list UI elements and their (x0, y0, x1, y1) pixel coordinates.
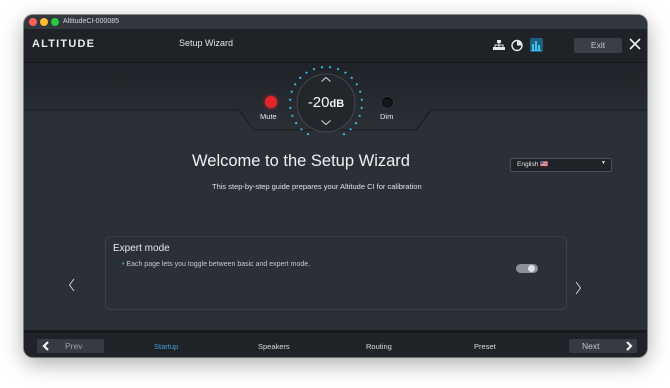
tab-speakers[interactable]: Speakers (258, 342, 290, 351)
next-page-arrow-icon[interactable] (573, 280, 583, 296)
previous-page-arrow-icon[interactable] (67, 277, 77, 293)
volume-tick-dot (349, 128, 352, 131)
volume-tick-dot (295, 121, 298, 125)
altitude-logo: ALTITUDE (32, 38, 96, 50)
prev-button[interactable]: Prev (37, 339, 104, 353)
welcome-heading: Welcome to the Setup Wizard (192, 152, 410, 170)
next-button[interactable]: Next (569, 339, 637, 353)
dim-label: Dim (380, 112, 394, 121)
volume-tick-dot (342, 133, 346, 136)
app-window: AltitudeCI-000085 ALTITUDE Setup Wizard … (24, 15, 647, 357)
expert-mode-description-text: Each page lets you toggle between basic … (126, 261, 311, 268)
chevron-right-icon (626, 341, 633, 351)
welcome-subtitle: This step-by-step guide prepares your Al… (212, 182, 422, 191)
minimize-window-button[interactable] (40, 18, 48, 26)
volume-tick-dot (358, 114, 361, 117)
zoom-window-button[interactable] (51, 18, 59, 26)
app-header: ALTITUDE Setup Wizard Exit (24, 30, 647, 63)
exit-button[interactable]: Exit (574, 38, 622, 53)
timer-icon[interactable] (510, 38, 524, 52)
volume-tick-dot (290, 90, 293, 93)
mute-label: Mute (260, 112, 277, 121)
volume-tick-dot (294, 83, 297, 86)
expert-mode-panel: Expert mode • Each page lets you toggle … (105, 236, 567, 310)
volume-tick-dot (299, 76, 302, 79)
expert-mode-title: Expert mode (113, 243, 170, 254)
language-selected-value: English 🇺🇸 (517, 161, 549, 168)
next-label: Next (582, 341, 600, 351)
language-select[interactable]: English 🇺🇸 ▼ (510, 158, 612, 172)
volume-tick-dot (312, 67, 316, 71)
tab-startup[interactable]: Startup (154, 342, 178, 351)
volume-tick-dot (300, 128, 303, 131)
tab-preset[interactable]: Preset (474, 342, 496, 351)
volume-tick-dot (336, 67, 340, 71)
expert-mode-toggle[interactable] (516, 264, 538, 273)
volume-tick-dot (328, 66, 332, 69)
volume-tick-dot (355, 83, 358, 86)
volume-tick-dot (344, 71, 347, 74)
mute-button[interactable] (265, 96, 277, 108)
chevron-left-icon (42, 341, 49, 351)
prev-label: Prev (65, 341, 83, 351)
volume-value: -20 (307, 94, 330, 111)
window-titlebar: AltitudeCI-000085 (24, 15, 647, 30)
window-title: AltitudeCI-000085 (63, 18, 120, 25)
volume-tick-dot (359, 90, 362, 93)
volume-tick-dot (350, 76, 353, 79)
volume-unit: dB (329, 98, 345, 110)
footer-nav: Prev Startup Speakers Routing Preset Nex… (24, 330, 647, 357)
expert-mode-description: • Each page lets you toggle between basi… (122, 261, 310, 268)
levels-icon[interactable] (529, 38, 543, 52)
volume-tick-dot (306, 133, 310, 136)
volume-tick-dot (354, 121, 357, 125)
volume-tick-dot (305, 71, 308, 74)
volume-tick-dot (291, 114, 294, 117)
close-window-button[interactable] (29, 18, 37, 26)
dim-button[interactable] (382, 97, 393, 108)
close-icon[interactable] (628, 36, 642, 52)
volume-readout: -20dB (286, 94, 366, 112)
volume-tick-dot (320, 66, 324, 69)
page-title: Setup Wizard (179, 38, 234, 48)
network-icon[interactable] (492, 38, 506, 52)
tab-routing[interactable]: Routing (366, 342, 392, 351)
chevron-down-icon: ▼ (601, 160, 606, 166)
